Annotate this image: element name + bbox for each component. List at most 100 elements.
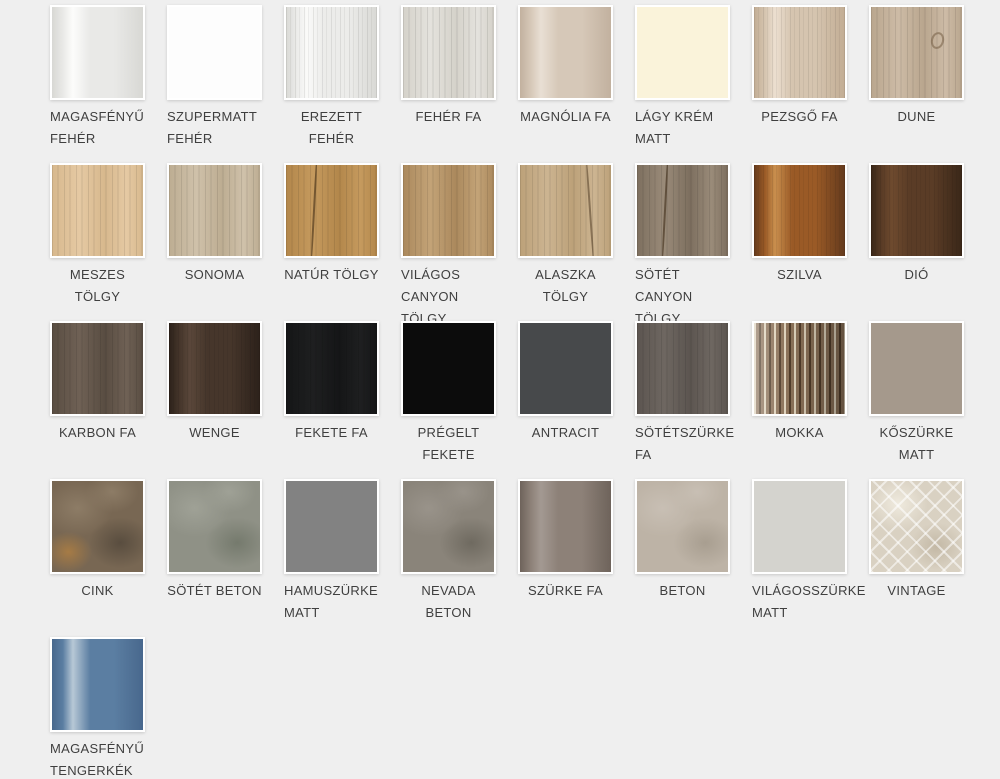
swatch-label-line: LÁGY KRÉM [635, 106, 730, 128]
swatch-tile-natur-tolgy[interactable] [284, 163, 379, 258]
swatch-label-line: MESZES TÖLGY [50, 264, 145, 308]
swatch-tile-wenge[interactable] [167, 321, 262, 416]
swatch-tile-magasfenyu-tengerkek[interactable] [50, 637, 145, 732]
swatch-tile-sonoma[interactable] [167, 163, 262, 258]
swatch-cell-pezsgo-fa: PEZSGŐ FA [752, 5, 847, 163]
swatch-tile-szupermatt-feher[interactable] [167, 5, 262, 100]
swatch-label: NEVADA BETON [401, 580, 496, 624]
swatch-cell-vilagos-canyon-tolgy: VILÁGOSCANYON TÖLGY [401, 163, 496, 321]
swatch-cell-antracit: ANTRACIT [518, 321, 613, 479]
swatch-cell-magnolia-fa: MAGNÓLIA FA [518, 5, 613, 163]
swatch-cell-feher-fa: FEHÉR FA [401, 5, 496, 163]
swatch-tile-antracit[interactable] [518, 321, 613, 416]
swatch-tile-hamuszurke-matt[interactable] [284, 479, 379, 574]
swatch-label: BETON [635, 580, 730, 602]
swatch-tile-vilagosszurke-matt[interactable] [752, 479, 847, 574]
swatch-label-line: HAMUSZÜRKE [284, 580, 379, 602]
swatch-cell-karbon-fa: KARBON FA [50, 321, 145, 479]
swatch-tile-sotetszurke-fa[interactable] [635, 321, 730, 416]
swatch-label-line: MOKKA [752, 422, 847, 444]
swatch-label-line: KŐSZÜRKE MATT [869, 422, 964, 466]
swatch-tile-sotet-canyon-tolgy[interactable] [635, 163, 730, 258]
swatch-label: MAGNÓLIA FA [518, 106, 613, 128]
swatch-label-line: ALASZKA TÖLGY [518, 264, 613, 308]
swatch-label-line: VINTAGE [869, 580, 964, 602]
swatch-label: CINK [50, 580, 145, 602]
swatch-tile-mokka[interactable] [752, 321, 847, 416]
swatch-label-line: BETON [635, 580, 730, 602]
swatch-label: DUNE [869, 106, 964, 128]
swatch-label: SÖTÉTSZÜRKEFA [635, 422, 730, 466]
swatch-label-line: SZÜRKE FA [518, 580, 613, 602]
swatch-tile-beton[interactable] [635, 479, 730, 574]
swatch-label-line: FA [635, 444, 730, 466]
swatch-label: PEZSGŐ FA [752, 106, 847, 128]
swatch-label: ALASZKA TÖLGY [518, 264, 613, 308]
swatch-label: MAGASFÉNYŰFEHÉR [50, 106, 145, 150]
swatch-label-line: FEHÉR [167, 128, 262, 150]
swatch-cell-mokka: MOKKA [752, 321, 847, 479]
swatch-cell-nevada-beton: NEVADA BETON [401, 479, 496, 637]
swatch-tile-magnolia-fa[interactable] [518, 5, 613, 100]
swatch-label-line: MAGASFÉNYŰ [50, 106, 145, 128]
swatch-label: MAGASFÉNYŰTENGERKÉK [50, 738, 145, 779]
swatch-label-line: TENGERKÉK [50, 760, 145, 779]
swatch-cell-koszurke-matt: KŐSZÜRKE MATT [869, 321, 964, 479]
swatch-label-line: MATT [284, 602, 379, 624]
swatch-label: KARBON FA [50, 422, 145, 444]
swatch-cell-sotetszurke-fa: SÖTÉTSZÜRKEFA [635, 321, 730, 479]
swatch-label-line: SONOMA [167, 264, 262, 286]
swatch-label-line: SZILVA [752, 264, 847, 286]
swatch-label-line: VILÁGOSSZÜRKE [752, 580, 847, 602]
swatch-label: DIÓ [869, 264, 964, 286]
swatch-tile-cink[interactable] [50, 479, 145, 574]
swatch-cell-dio: DIÓ [869, 163, 964, 321]
swatch-tile-vintage[interactable] [869, 479, 964, 574]
swatch-tile-sotet-beton[interactable] [167, 479, 262, 574]
swatch-label-line: MAGNÓLIA FA [518, 106, 613, 128]
swatch-label: FEHÉR FA [401, 106, 496, 128]
swatch-tile-koszurke-matt[interactable] [869, 321, 964, 416]
swatch-tile-vilagos-canyon-tolgy[interactable] [401, 163, 496, 258]
swatch-tile-fekete-fa[interactable] [284, 321, 379, 416]
swatch-grid: MAGASFÉNYŰFEHÉR SZUPERMATTFEHÉR EREZETT … [0, 0, 1000, 779]
swatch-tile-meszes-tolgy[interactable] [50, 163, 145, 258]
swatch-label: VINTAGE [869, 580, 964, 602]
swatch-tile-pregelt-fekete[interactable] [401, 321, 496, 416]
swatch-label-line: CINK [50, 580, 145, 602]
swatch-label: SÖTÉT BETON [167, 580, 262, 602]
swatch-label-line: FEKETE FA [284, 422, 379, 444]
swatch-label: MOKKA [752, 422, 847, 444]
swatch-label: SZUPERMATTFEHÉR [167, 106, 262, 150]
swatch-tile-feher-fa[interactable] [401, 5, 496, 100]
swatch-tile-karbon-fa[interactable] [50, 321, 145, 416]
swatch-cell-sotet-beton: SÖTÉT BETON [167, 479, 262, 637]
swatch-tile-szurke-fa[interactable] [518, 479, 613, 574]
swatch-cell-beton: BETON [635, 479, 730, 637]
swatch-tile-dune[interactable] [869, 5, 964, 100]
swatch-cell-meszes-tolgy: MESZES TÖLGY [50, 163, 145, 321]
swatch-label: PRÉGELT FEKETE [401, 422, 496, 466]
swatch-tile-nevada-beton[interactable] [401, 479, 496, 574]
swatch-tile-lagy-krem-matt[interactable] [635, 5, 730, 100]
swatch-label-line: WENGE [167, 422, 262, 444]
swatch-label-line: MATT [635, 128, 730, 150]
swatch-label: VILÁGOSSZÜRKEMATT [752, 580, 847, 624]
swatch-tile-magasfenyu-feher[interactable] [50, 5, 145, 100]
swatch-label-line: ANTRACIT [518, 422, 613, 444]
swatch-tile-szilva[interactable] [752, 163, 847, 258]
swatch-label-line: SÖTÉT CANYON [635, 264, 730, 308]
swatch-label-line: MATT [752, 602, 847, 624]
swatch-tile-erezett-feher[interactable] [284, 5, 379, 100]
swatch-tile-dio[interactable] [869, 163, 964, 258]
swatch-label: FEKETE FA [284, 422, 379, 444]
swatch-label: KŐSZÜRKE MATT [869, 422, 964, 466]
swatch-label-line: PEZSGŐ FA [752, 106, 847, 128]
swatch-label: WENGE [167, 422, 262, 444]
swatch-cell-hamuszurke-matt: HAMUSZÜRKEMATT [284, 479, 379, 637]
swatch-tile-pezsgo-fa[interactable] [752, 5, 847, 100]
swatch-label-line: MAGASFÉNYŰ [50, 738, 145, 760]
swatch-label: EREZETT FEHÉR [284, 106, 379, 150]
swatch-tile-alaszka-tolgy[interactable] [518, 163, 613, 258]
swatch-cell-fekete-fa: FEKETE FA [284, 321, 379, 479]
